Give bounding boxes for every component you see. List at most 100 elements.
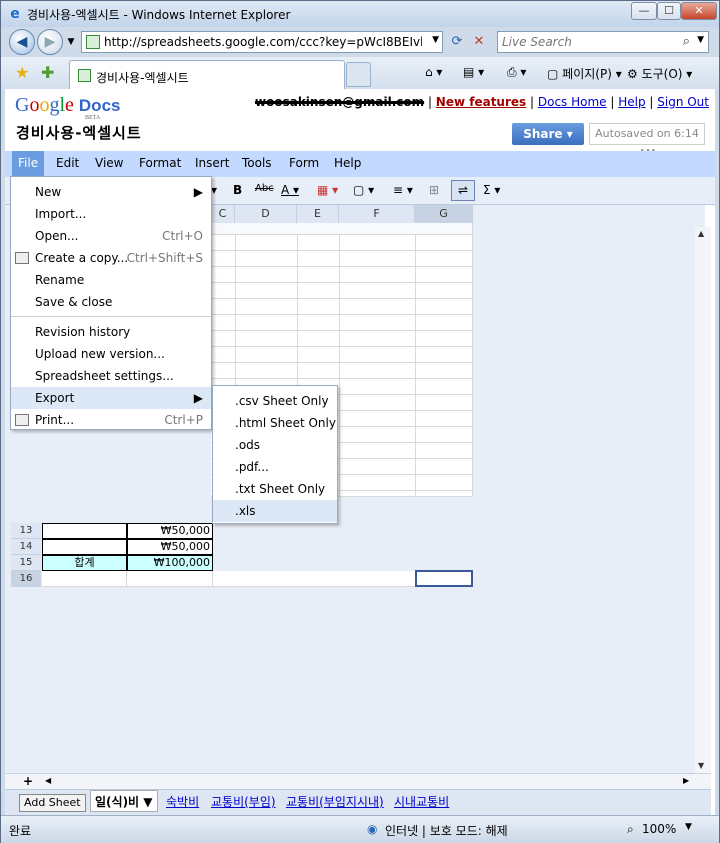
sign-out-link[interactable]: Sign Out — [657, 95, 709, 109]
forward-button[interactable]: ▶ — [37, 29, 63, 55]
scroll-left-icon[interactable]: ◀ — [45, 776, 51, 785]
menu-item-open[interactable]: Open... Ctrl+O — [11, 225, 211, 247]
url-field[interactable]: http://spreadsheets.google.com/ccc?key=p… — [81, 31, 443, 53]
menu-item-print[interactable]: Print... Ctrl+P — [11, 409, 211, 431]
row-header-15[interactable]: 15 — [11, 555, 41, 571]
menu-item-new[interactable]: New ▶ — [11, 181, 211, 203]
search-icon[interactable]: ⌕ — [683, 34, 690, 49]
zoom-level[interactable]: 100% — [642, 822, 676, 836]
docs-home-link[interactable]: Docs Home — [538, 95, 607, 109]
row-header-14[interactable]: 14 — [11, 539, 41, 555]
feeds-icon[interactable]: ▤ ▾ — [463, 65, 484, 79]
wrap-text-icon[interactable]: ⇌ — [451, 180, 475, 201]
sheet-tab-current[interactable]: 일(식)비 ▼ — [90, 790, 158, 812]
sheet-tab[interactable]: 시내교통비 — [394, 793, 449, 810]
back-button[interactable]: ◀ — [9, 29, 35, 55]
scroll-right-icon[interactable]: ▶ — [683, 776, 689, 785]
help-link[interactable]: Help — [618, 95, 645, 109]
align-icon[interactable]: ≡ ▾ — [393, 183, 413, 197]
tools-menu[interactable]: ⚙ 도구(O) ▾ — [627, 65, 692, 82]
vertical-scrollbar[interactable]: ▲ ▼ — [695, 227, 711, 787]
scroll-down-icon[interactable]: ▼ — [698, 761, 704, 770]
borders-icon[interactable]: ▢ ▾ — [353, 183, 374, 197]
menu-format[interactable]: Format — [139, 156, 181, 170]
row-header-13[interactable]: 13 — [11, 523, 41, 539]
document-title[interactable]: 경비사용-엑셀시트 — [16, 122, 142, 143]
scroll-up-icon[interactable]: ▲ — [698, 229, 704, 238]
export-ods[interactable]: .ods — [213, 434, 337, 456]
column-header-d[interactable]: D — [235, 205, 297, 223]
url-dropdown-icon[interactable]: ▼ — [432, 35, 439, 45]
tab-page-icon — [78, 69, 91, 82]
column-header-c[interactable]: C — [211, 205, 235, 223]
history-dropdown-icon[interactable]: ▼ — [61, 32, 81, 52]
text-color-icon[interactable]: A ▾ — [281, 183, 299, 197]
sum-icon[interactable]: Σ ▾ — [483, 183, 500, 197]
new-features-link[interactable]: New features — [436, 95, 526, 109]
refresh-icon[interactable]: ⟳ — [447, 32, 467, 52]
row-header-16[interactable]: 16 — [11, 571, 41, 587]
menu-edit[interactable]: Edit — [56, 156, 79, 170]
share-button[interactable]: Share ▾ — [512, 123, 584, 145]
menu-item-rename[interactable]: Rename — [11, 269, 211, 291]
cell-a13[interactable] — [42, 523, 127, 539]
selected-cell-g16[interactable] — [415, 570, 473, 587]
menu-view[interactable]: View — [95, 156, 123, 170]
menu-item-export[interactable]: Export ▶ — [11, 387, 211, 409]
menu-item-import[interactable]: Import... — [11, 203, 211, 225]
export-pdf[interactable]: .pdf... — [213, 456, 337, 478]
cell-a15[interactable]: 합계 — [42, 555, 127, 571]
cell-a14[interactable] — [42, 539, 127, 555]
menu-item-spreadsheet-settings[interactable]: Spreadsheet settings... — [11, 365, 211, 387]
print-icon[interactable]: ⎙ ▾ — [507, 65, 526, 80]
horizontal-scrollbar[interactable]: + ◀ ▶ — [5, 773, 711, 789]
menu-tools[interactable]: Tools — [242, 156, 272, 170]
strikethrough-icon[interactable]: Abc — [255, 183, 274, 194]
export-csv[interactable]: .csv Sheet Only — [213, 390, 337, 412]
favorites-star-icon[interactable]: ★ — [15, 63, 29, 82]
sheet-tab[interactable]: 숙박비 — [166, 793, 199, 810]
menu-item-create-copy[interactable]: Create a copy... Ctrl+Shift+S — [11, 247, 211, 269]
page-menu[interactable]: ▢ 페이지(P) ▾ — [547, 65, 622, 82]
bold-icon[interactable]: B — [233, 183, 242, 197]
menu-form[interactable]: Form — [289, 156, 319, 170]
browser-tab[interactable]: 경비사용-엑셀시트 — [69, 60, 345, 89]
column-header-g[interactable]: G — [415, 205, 473, 223]
export-submenu: .csv Sheet Only .html Sheet Only .ods .p… — [212, 385, 338, 524]
add-sheet-button[interactable]: Add Sheet — [19, 794, 86, 812]
cell-b13[interactable]: ₩50,000 — [127, 523, 213, 539]
new-tab-button[interactable] — [346, 62, 371, 87]
merge-icon[interactable]: ⊞ — [429, 183, 439, 197]
add-row-icon[interactable]: + — [23, 774, 33, 788]
export-xls[interactable]: .xls — [213, 500, 337, 522]
sheet-tab[interactable]: 교통비(부임) — [211, 793, 276, 810]
close-button[interactable]: ✕ — [681, 2, 717, 20]
menu-help[interactable]: Help — [334, 156, 361, 170]
column-header-f[interactable]: F — [339, 205, 415, 223]
export-txt[interactable]: .txt Sheet Only — [213, 478, 337, 500]
add-favorite-icon[interactable]: ✚ — [41, 63, 54, 82]
fill-color-icon[interactable]: ▦ ▾ — [317, 183, 338, 197]
cell-b16[interactable] — [127, 571, 213, 587]
column-header-e[interactable]: E — [297, 205, 339, 223]
cell-a16[interactable] — [42, 571, 127, 587]
search-input[interactable]: Live Search ⌕ ▼ — [497, 31, 709, 53]
menu-item-upload-version[interactable]: Upload new version... — [11, 343, 211, 365]
cell-b15[interactable]: ₩100,000 — [127, 555, 213, 571]
search-dropdown-icon[interactable]: ▼ — [697, 35, 704, 45]
minimize-button[interactable]: — — [631, 2, 657, 20]
home-icon[interactable]: ⌂ ▾ — [425, 65, 442, 79]
google-docs-logo[interactable]: Google Docs BETA — [15, 94, 120, 121]
menu-insert[interactable]: Insert — [195, 156, 229, 170]
security-zone[interactable]: 인터넷 | 보호 모드: 해제 — [385, 822, 508, 839]
maximize-button[interactable]: ☐ — [657, 2, 681, 20]
export-html[interactable]: .html Sheet Only — [213, 412, 337, 434]
menu-file[interactable]: File — [12, 151, 45, 177]
sheet-tab[interactable]: 교통비(부임지시내) — [286, 793, 384, 810]
stop-icon[interactable]: ✕ — [469, 32, 489, 52]
zoom-dropdown-icon[interactable]: ▼ — [685, 822, 692, 832]
cell-b14[interactable]: ₩50,000 — [127, 539, 213, 555]
menu-item-label: Rename — [35, 273, 85, 287]
menu-item-save-close[interactable]: Save & close — [11, 291, 211, 313]
menu-item-revision-history[interactable]: Revision history — [11, 321, 211, 343]
